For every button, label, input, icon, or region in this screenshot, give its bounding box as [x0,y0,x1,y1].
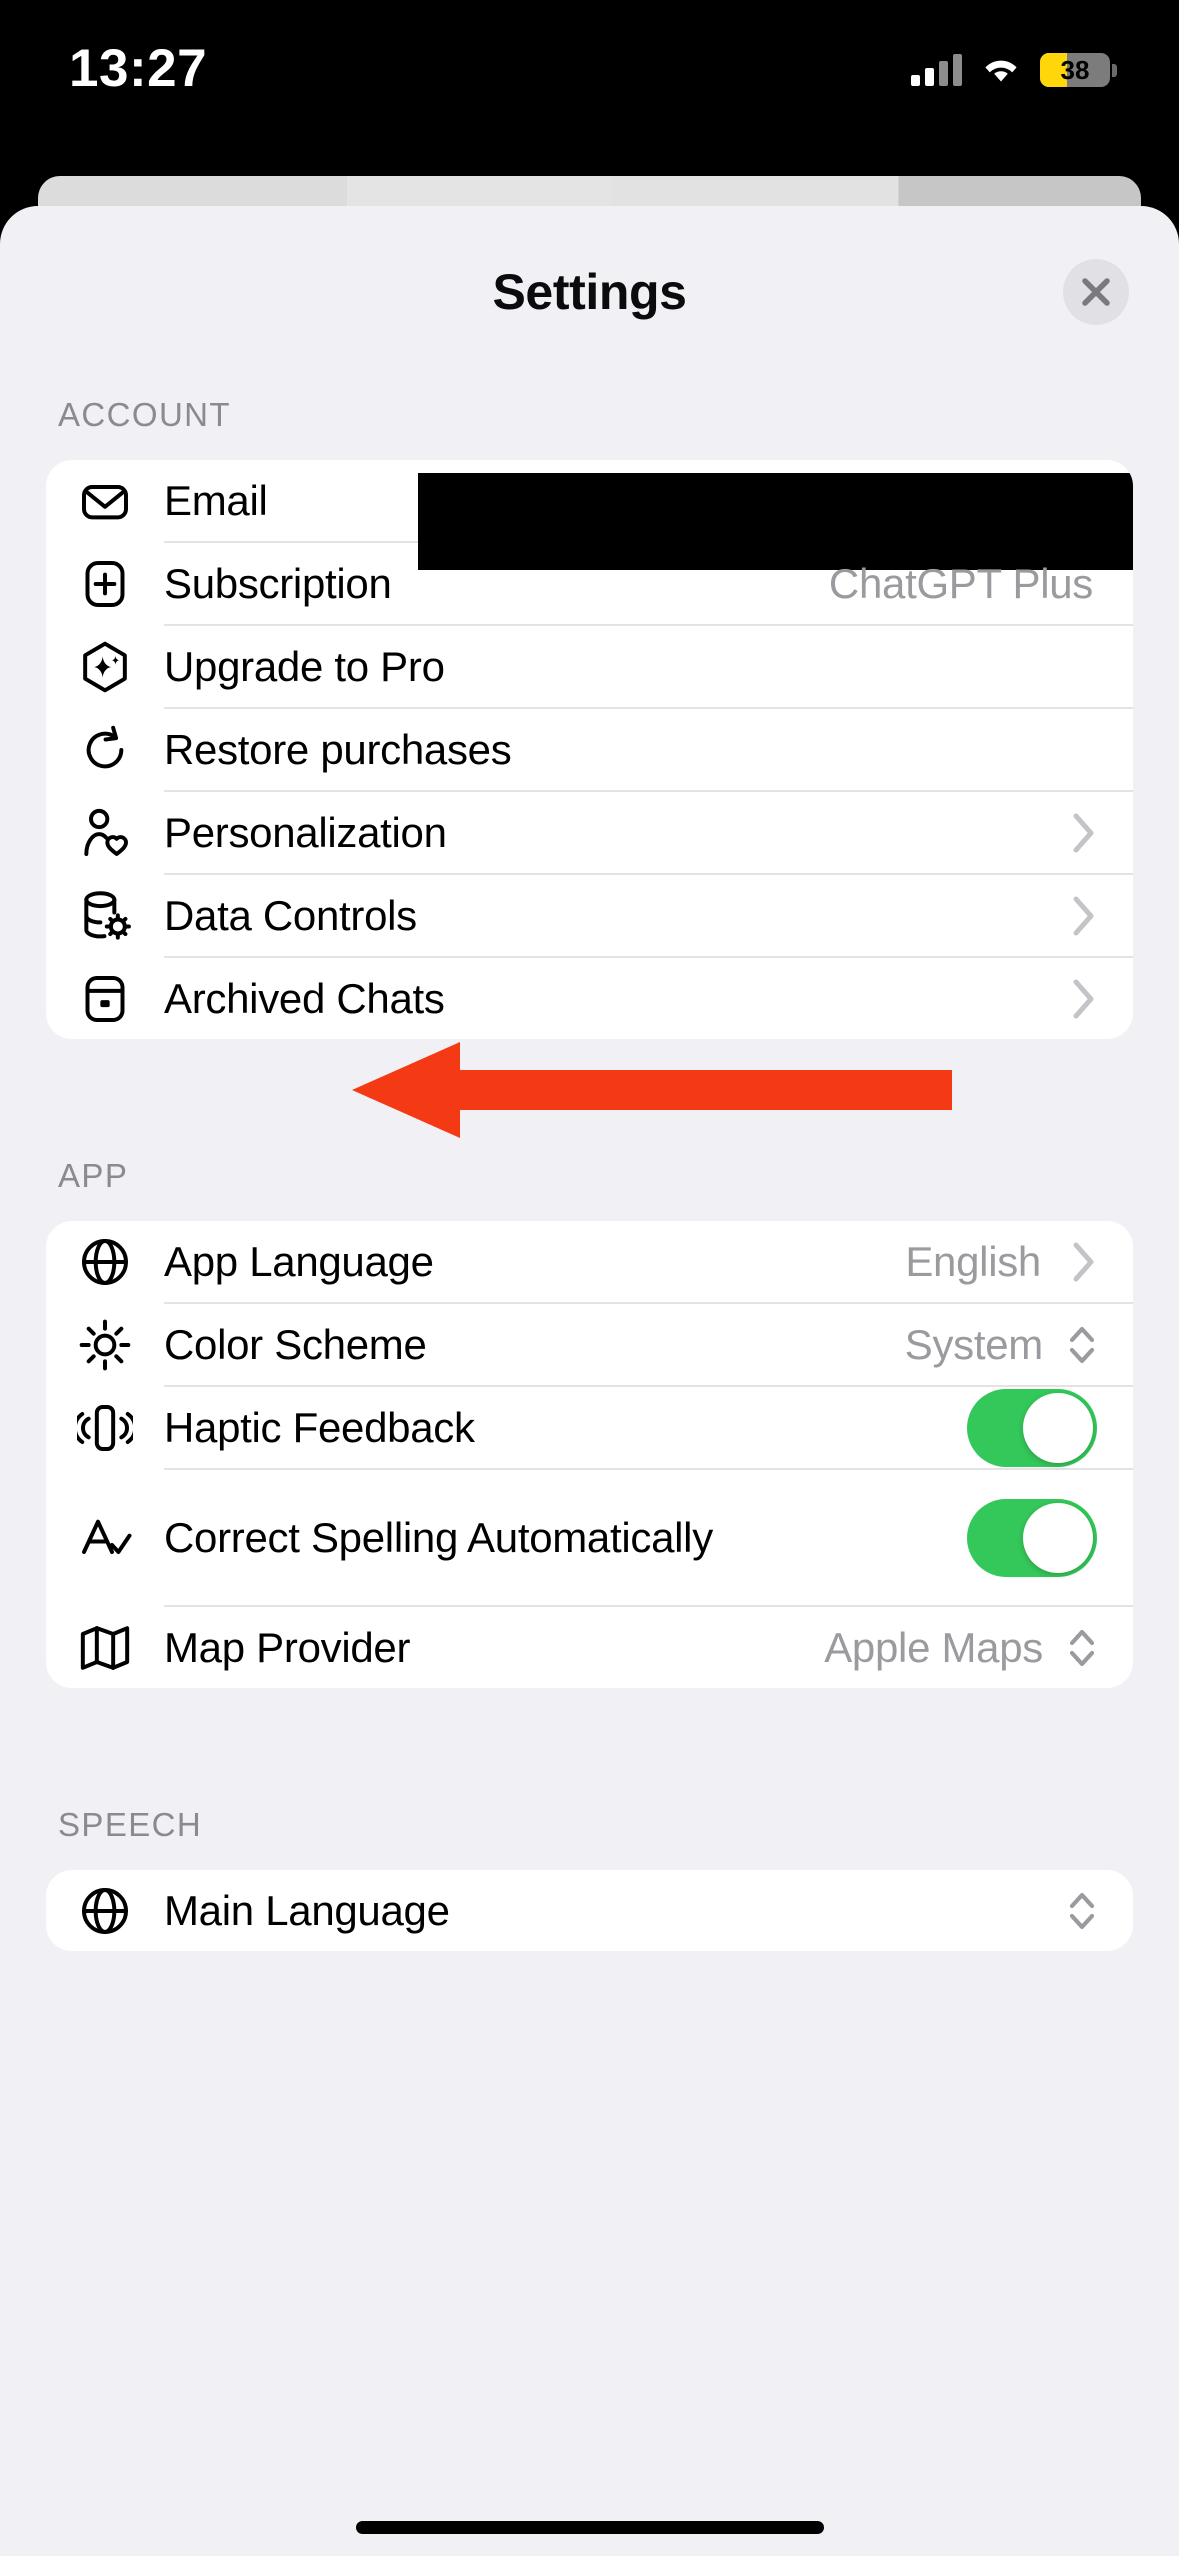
row-label: Upgrade to Pro [164,642,445,690]
settings-row-app-language[interactable]: App Language English [46,1221,1133,1302]
settings-row-color-scheme[interactable]: Color Scheme System [46,1304,1133,1385]
chevron-right-icon [1057,1240,1097,1284]
map-icon [46,1607,164,1688]
settings-row-upgrade-to-pro[interactable]: Upgrade to Pro [46,626,1133,707]
row-label: Restore purchases [164,725,512,773]
section-header-speech: SPEECH [58,1806,203,1843]
row-label: Archived Chats [164,974,445,1022]
row-value: ChatGPT Plus [828,559,1093,607]
settings-row-map-provider[interactable]: Map Provider Apple Maps [46,1607,1133,1688]
status-bar-indicators: 38 [911,48,1117,92]
chevron-right-icon [1057,894,1097,938]
hexagon-sparkle-icon [46,626,164,707]
settings-card-app: App Language English Color Scheme System Hap… [46,1221,1133,1688]
page-title: Settings [492,264,687,320]
battery-indicator: 38 [1040,53,1117,87]
close-icon [1079,275,1113,309]
cellular-bars-icon [911,54,962,86]
status-bar: 13:27 38 [0,0,1179,176]
settings-row-subscription[interactable]: Subscription ChatGPT Plus [46,543,1133,624]
battery-icon: 38 [1040,53,1110,87]
envelope-icon [46,460,164,541]
row-label: Color Scheme [164,1320,427,1368]
settings-card-account: Email Subscription ChatGPT Plus Upgrade to … [46,460,1133,1039]
settings-row-main-language[interactable]: Main Language [46,1870,1133,1951]
person-heart-icon [46,792,164,873]
settings-card-speech: Main Language [46,1870,1133,1951]
row-label: Correct Spelling Automatically [164,1513,713,1561]
row-value: Apple Maps [824,1623,1043,1671]
toggle-knob [1023,1392,1093,1463]
chevron-up-down-icon [1061,1887,1097,1935]
row-label: Map Provider [164,1623,411,1671]
status-bar-time: 13:27 [69,39,208,98]
row-label: App Language [164,1237,434,1285]
haptic-icon [46,1387,164,1468]
wifi-icon [980,54,1022,86]
row-label: Haptic Feedback [164,1403,475,1451]
close-button[interactable] [1063,259,1129,325]
refresh-icon [46,709,164,790]
settings-row-restore-purchases[interactable]: Restore purchases [46,709,1133,790]
settings-row-haptic-feedback[interactable]: Haptic Feedback [46,1387,1133,1468]
archive-box-icon [46,958,164,1039]
settings-row-data-controls[interactable]: Data Controls [46,875,1133,956]
database-gear-icon [46,875,164,956]
row-value: English [905,1237,1041,1285]
chevron-up-down-icon [1061,1321,1097,1369]
row-label: Subscription [164,559,392,607]
row-label: Main Language [164,1886,450,1934]
row-value: System [904,1320,1044,1368]
toggle-switch[interactable] [967,1388,1097,1467]
settings-row-personalization[interactable]: Personalization [46,792,1133,873]
background-card-peek [38,176,1141,210]
section-header-account: ACCOUNT [58,396,231,433]
chevron-right-icon [1057,811,1097,855]
chevron-up-down-icon [1061,1624,1097,1672]
settings-row-email[interactable]: Email [46,460,1133,570]
battery-tip [1112,63,1117,77]
sheet-header: Settings [0,206,1179,396]
settings-row-archived-chats[interactable]: Archived Chats [46,958,1133,1039]
battery-percent: 38 [1060,55,1090,85]
plus-square-icon [46,543,164,624]
row-label: Personalization [164,808,447,856]
settings-sheet: Settings ACCOUNT Email Subscription ChatGPT… [0,206,1179,2556]
home-indicator [355,2521,824,2534]
settings-row-correct-spelling-automatically[interactable]: Correct Spelling Automatically [46,1470,1133,1605]
globe-icon [46,1870,164,1951]
sun-icon [46,1304,164,1385]
settings-sections: ACCOUNT Email Subscription ChatGPT Plus Upgr… [0,396,1179,1951]
spellcheck-icon [46,1470,164,1605]
toggle-knob [1023,1502,1093,1573]
toggle-switch[interactable] [967,1498,1097,1577]
chevron-right-icon [1057,977,1097,1021]
section-header-app: APP [58,1157,129,1194]
row-label: Data Controls [164,891,417,939]
globe-icon [46,1221,164,1302]
